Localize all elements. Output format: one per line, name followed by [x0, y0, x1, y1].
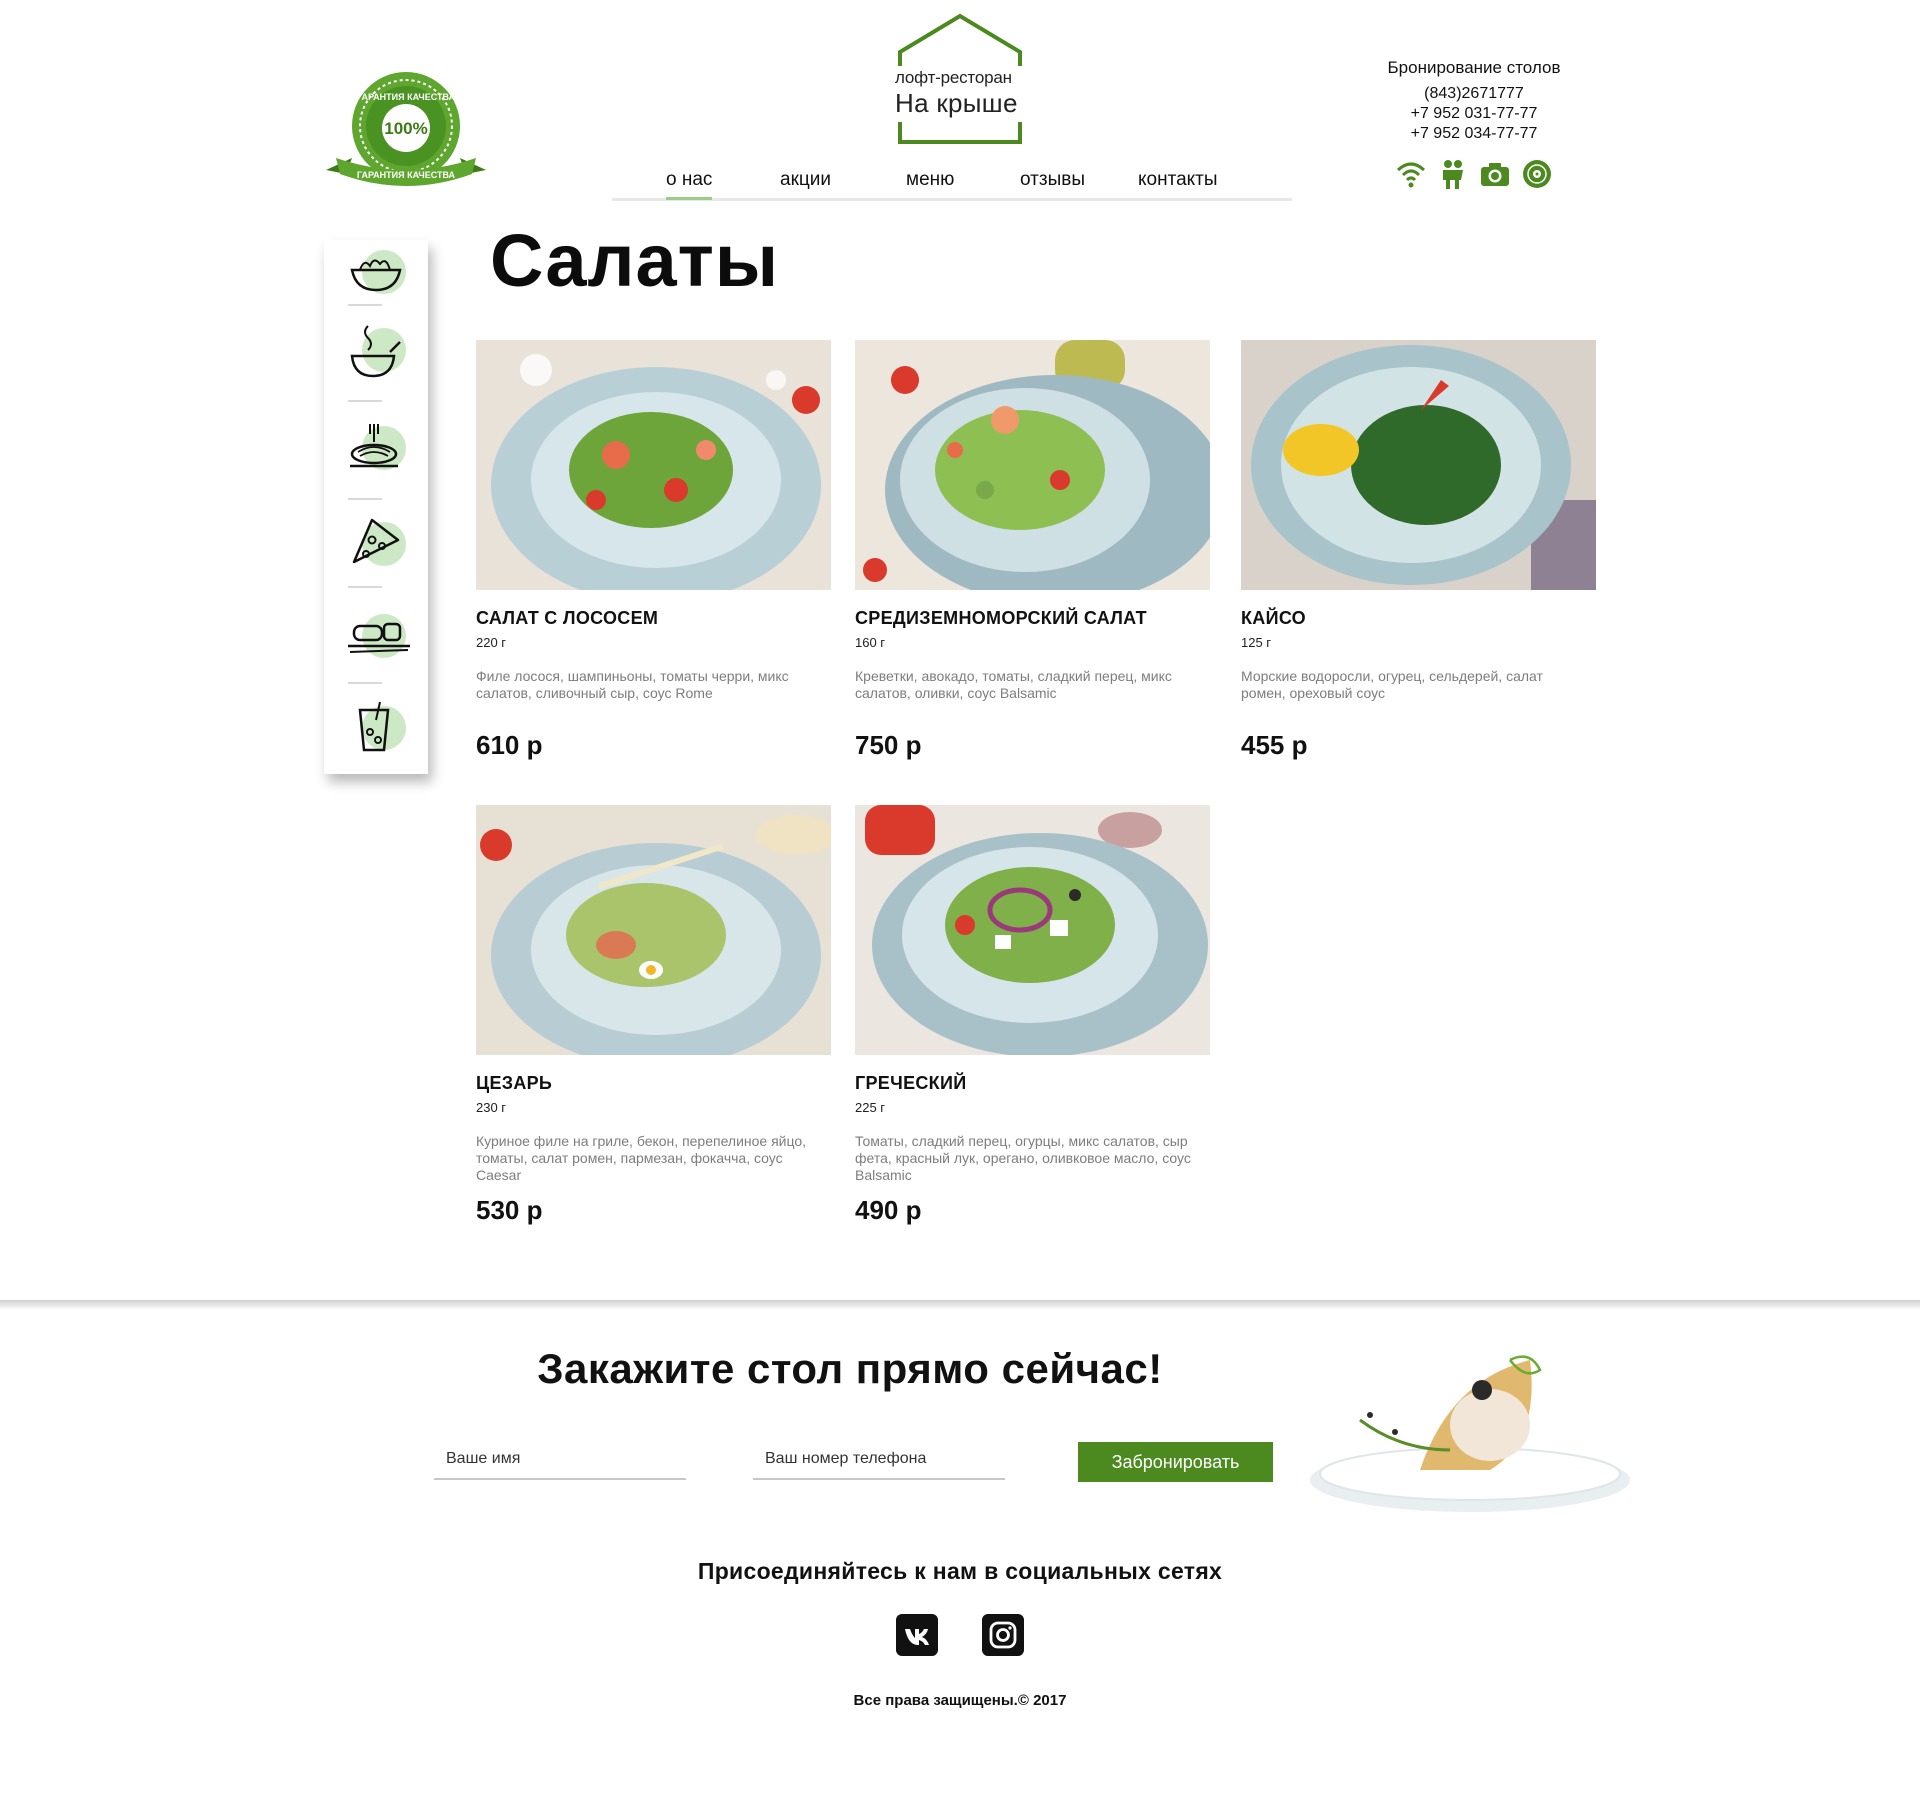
- dish-name[interactable]: ГРЕЧЕСКИЙ: [855, 1073, 1210, 1094]
- category-soups[interactable]: [338, 318, 414, 382]
- dish-price: 455 р: [1241, 730, 1308, 760]
- dish-name[interactable]: ЦЕЗАРЬ: [476, 1073, 831, 1094]
- sushi-icon: [348, 622, 410, 653]
- phone-number[interactable]: +7 952 031-77-77: [1330, 104, 1618, 124]
- copyright: Все права защищены.© 2017: [853, 1692, 1067, 1709]
- dish-photo[interactable]: [476, 805, 831, 1055]
- dish-card: КАЙСО 125 г Морские водоросли, огурец, с…: [1241, 340, 1596, 761]
- dish-weight: 230 г: [476, 1100, 507, 1115]
- sidebar-divider: [348, 586, 382, 588]
- dish-card: ГРЕЧЕСКИЙ 225 г Томаты, сладкий перец, о…: [855, 805, 1210, 1226]
- vinyl-record-icon: [1523, 160, 1551, 188]
- sidebar-divider: [348, 682, 382, 684]
- section-divider: [0, 1300, 1920, 1310]
- category-drinks[interactable]: [338, 696, 414, 760]
- pizza-slice-icon: [352, 518, 400, 564]
- main-nav: о нас акции меню отзывы контакты: [612, 160, 1292, 201]
- nav-item-reviews[interactable]: отзывы: [1020, 169, 1085, 191]
- instagram-icon[interactable]: [982, 1614, 1024, 1656]
- nav-item-promotions[interactable]: акции: [780, 169, 831, 191]
- booking-contacts: Бронирование столов (843)2671777 +7 952 …: [1330, 58, 1618, 144]
- dish-plate-image: [1300, 1320, 1640, 1520]
- svg-text:ГАРАНТИЯ КАЧЕСТВА: ГАРАНТИЯ КАЧЕСТВА: [357, 92, 456, 102]
- dish-description: Куриное филе на гриле, бекон, перепелино…: [476, 1133, 807, 1183]
- sidebar-divider: [348, 400, 382, 402]
- dish-weight: 160 г: [855, 635, 886, 650]
- feature-icons: [1395, 158, 1555, 192]
- drink-icon: [358, 701, 390, 752]
- dish-weight: 125 г: [1241, 635, 1272, 650]
- dish-photo[interactable]: [476, 340, 831, 590]
- dish-photo[interactable]: [855, 805, 1210, 1055]
- dish-description: Филе лосося, шампиньоны, томаты черри, м…: [476, 668, 789, 701]
- category-sushi[interactable]: [338, 604, 414, 668]
- category-pasta[interactable]: [338, 416, 414, 480]
- dish-weight: 220 г: [476, 635, 507, 650]
- nav-item-about[interactable]: о нас: [666, 169, 713, 200]
- social-title: Присоединяйтесь к нам в социальных сетях: [697, 1558, 1223, 1584]
- phone-field[interactable]: [753, 1440, 1005, 1480]
- reservation-title: Закажите стол прямо сейчас!: [537, 1345, 1163, 1392]
- dish-description: Томаты, сладкий перец, огурцы, микс сала…: [855, 1133, 1191, 1183]
- pasta-icon: [350, 424, 398, 468]
- nav-item-contacts[interactable]: контакты: [1138, 169, 1218, 191]
- restaurant-logo[interactable]: лофт-ресторан На крыше: [890, 12, 1030, 148]
- sidebar-divider: [348, 498, 382, 500]
- svg-text:100%: 100%: [384, 119, 427, 138]
- soup-icon: [350, 325, 401, 378]
- dish-name[interactable]: СРЕДИЗЕМНОМОРСКИЙ САЛАТ: [855, 608, 1210, 629]
- camera-icon: [1481, 163, 1509, 186]
- dish-weight: 225 г: [855, 1100, 886, 1115]
- salad-bowl-icon: [350, 259, 402, 292]
- vk-icon[interactable]: [896, 1614, 938, 1656]
- dish-price: 530 р: [476, 1195, 543, 1225]
- dish-description: Креветки, авокадо, томаты, сладкий перец…: [855, 668, 1172, 701]
- dish-price: 490 р: [855, 1195, 922, 1225]
- phone-number[interactable]: (843)2671777: [1330, 84, 1618, 104]
- dish-card: СРЕДИЗЕМНОМОРСКИЙ САЛАТ 160 г Креветки, …: [855, 340, 1210, 761]
- booking-title: Бронирование столов: [1387, 58, 1561, 77]
- name-field[interactable]: [434, 1440, 686, 1480]
- category-sidebar: [324, 240, 428, 774]
- quality-guarantee-badge: 100% ГАРАНТИЯ КАЧЕСТВА ГАРАНТИЯ КАЧЕСТВА: [322, 70, 490, 194]
- page-title: Салаты: [490, 219, 780, 302]
- dish-price: 610 р: [476, 730, 543, 760]
- phone-number[interactable]: +7 952 034-77-77: [1330, 124, 1618, 144]
- dish-name[interactable]: САЛАТ С ЛОСОСЕМ: [476, 608, 831, 629]
- sidebar-divider: [348, 304, 382, 306]
- category-pizza[interactable]: [338, 512, 414, 576]
- dish-price: 750 р: [855, 730, 922, 760]
- svg-text:ГАРАНТИЯ КАЧЕСТВА: ГАРАНТИЯ КАЧЕСТВА: [357, 170, 456, 180]
- dish-description: Морские водоросли, огурец, сельдерей, са…: [1241, 668, 1543, 701]
- dish-card: САЛАТ С ЛОСОСЕМ 220 г Филе лосося, шампи…: [476, 340, 831, 761]
- dish-photo[interactable]: [1241, 340, 1596, 590]
- dish-photo[interactable]: [855, 340, 1210, 590]
- couple-icon: [1443, 160, 1463, 189]
- dish-name[interactable]: КАЙСО: [1241, 608, 1596, 629]
- logo-subtitle: лофт-ресторан: [895, 68, 1012, 87]
- logo-title: На крыше: [895, 88, 1018, 118]
- dish-card: ЦЕЗАРЬ 230 г Куриное филе на гриле, беко…: [476, 805, 831, 1226]
- category-salads[interactable]: [338, 240, 414, 304]
- nav-underline: [612, 198, 1292, 201]
- book-button[interactable]: Забронировать: [1078, 1442, 1273, 1482]
- wifi-icon: [1396, 162, 1426, 188]
- nav-item-menu[interactable]: меню: [906, 169, 954, 191]
